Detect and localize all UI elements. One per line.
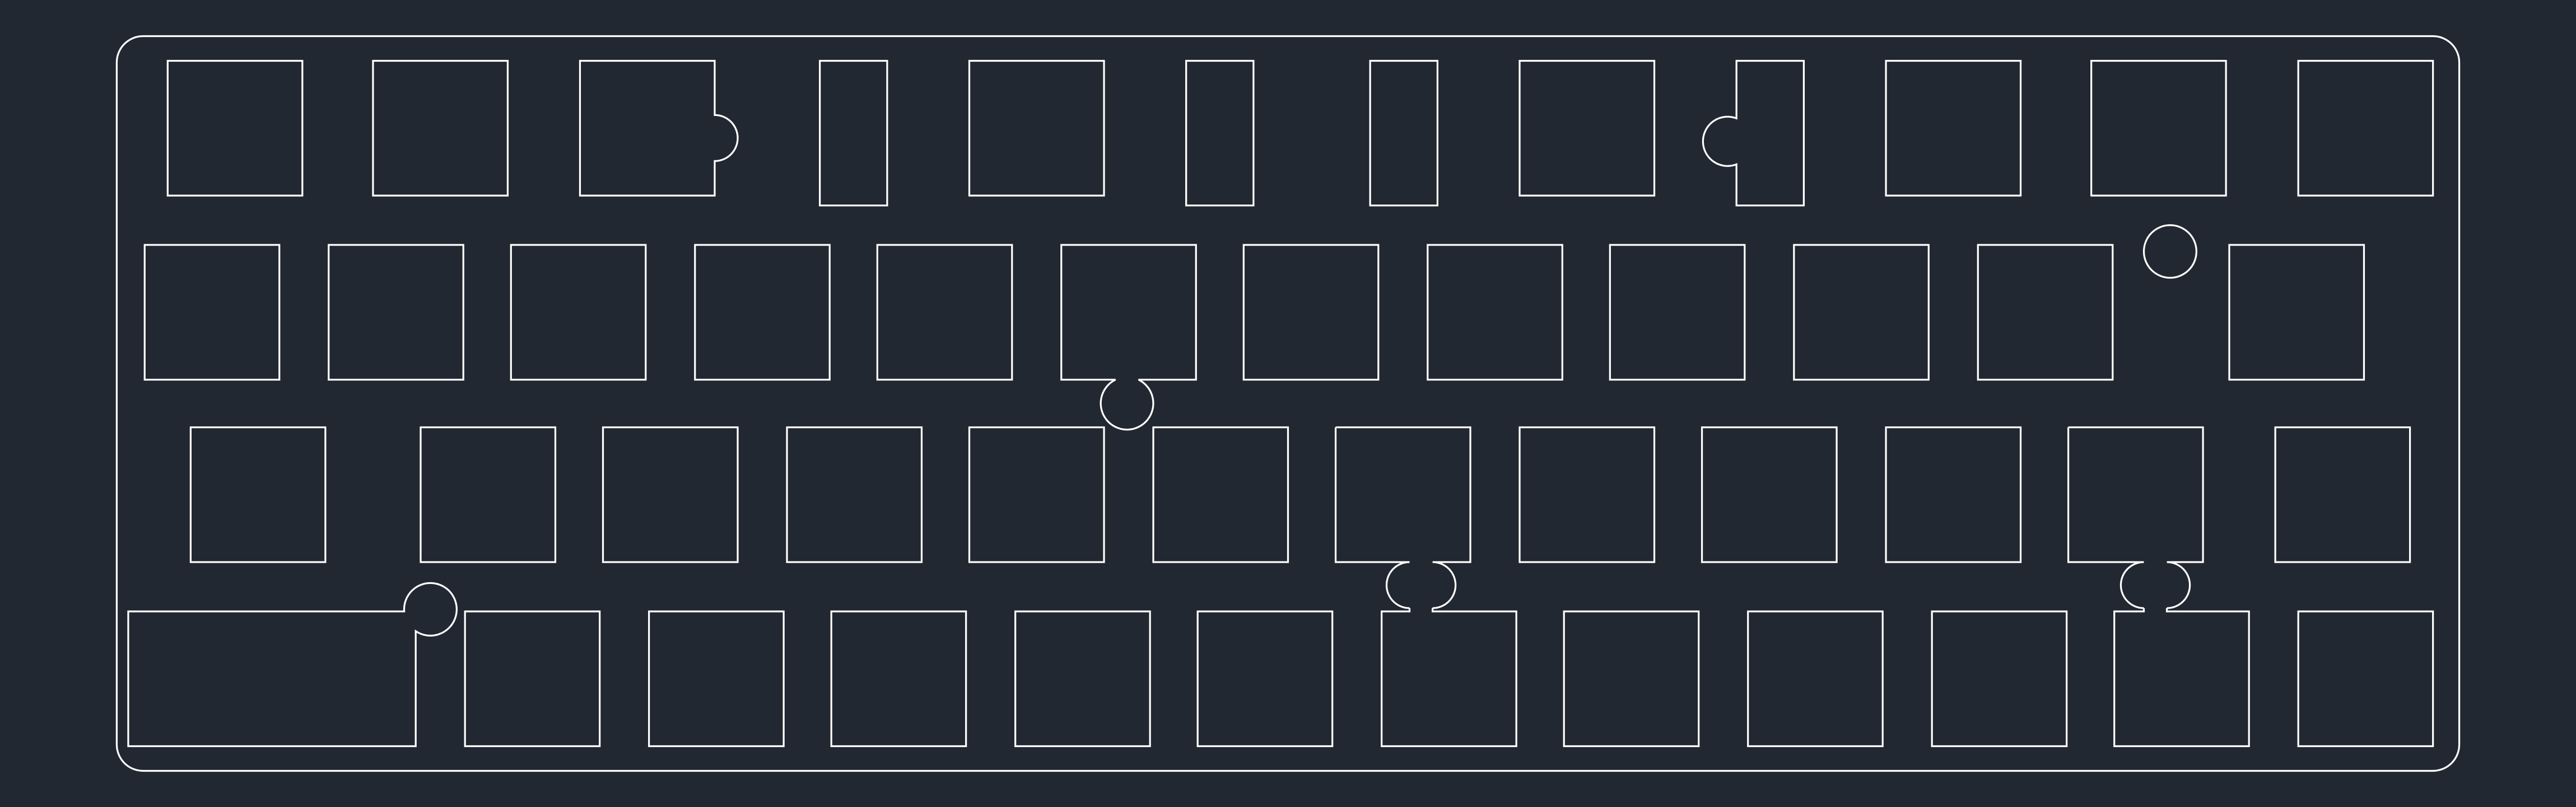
narrow-cutout <box>1369 59 1438 207</box>
switch-cutout <box>510 244 647 381</box>
switch-cutout <box>420 426 557 563</box>
switch-cutout <box>830 610 967 748</box>
switch-cutout <box>2228 244 2365 381</box>
switch-cutout <box>968 426 1105 563</box>
switch-cutout <box>786 426 923 563</box>
switch-cutout <box>1242 244 1380 381</box>
switch-cutout <box>166 59 304 197</box>
switch-cutout <box>1609 244 1746 381</box>
switch-cutout <box>189 426 327 563</box>
stabilizer-cutout <box>1702 59 1805 207</box>
switch-cutout <box>2297 59 2434 197</box>
switch-cutout <box>602 426 739 563</box>
switch-cutout <box>328 244 464 381</box>
switch-cutout <box>1885 59 2022 197</box>
stabilizer-cutout <box>1334 426 1471 609</box>
switch-cutout <box>1427 244 1563 381</box>
switch-cutout <box>1747 610 1884 748</box>
stabilizer-cutout <box>1060 244 1197 431</box>
switch-cutout <box>1885 426 2022 563</box>
switch-cutout <box>1518 426 1656 563</box>
switch-cutout-with-stabilizer <box>1381 608 1517 748</box>
switch-cutout <box>1014 610 1151 748</box>
plate-outline <box>115 35 2461 772</box>
switch-cutout <box>1196 610 1334 748</box>
switch-cutout-with-notch <box>579 59 739 197</box>
switch-cutout <box>1152 426 1289 563</box>
switch-cutout <box>1563 610 1700 748</box>
wide-key-cutout-with-stabilizer <box>127 582 458 748</box>
switch-cutout <box>968 59 1105 197</box>
switch-cutout <box>648 610 785 748</box>
switch-cutout <box>143 244 281 381</box>
narrow-cutout <box>819 59 888 207</box>
cad-drawing-canvas <box>0 0 2576 807</box>
switch-cutout <box>464 610 601 748</box>
switch-cutout <box>2297 610 2434 748</box>
narrow-cutout <box>1185 59 1255 207</box>
switch-cutout <box>876 244 1013 381</box>
switch-cutout <box>1518 59 1656 197</box>
switch-cutout <box>2090 59 2227 197</box>
switch-cutout <box>1931 610 2068 748</box>
keyboard-plate-drawing <box>115 35 2461 772</box>
stabilizer-cutout <box>2067 426 2204 609</box>
switch-cutout <box>372 59 509 197</box>
switch-cutout <box>1977 244 2114 381</box>
switch-cutout <box>1793 244 1930 381</box>
switch-cutout <box>2274 426 2411 563</box>
switch-cutout <box>694 244 831 381</box>
switch-cutout <box>1701 426 1838 563</box>
mounting-hole <box>2142 224 2197 279</box>
switch-cutout-with-stabilizer <box>2113 608 2250 748</box>
